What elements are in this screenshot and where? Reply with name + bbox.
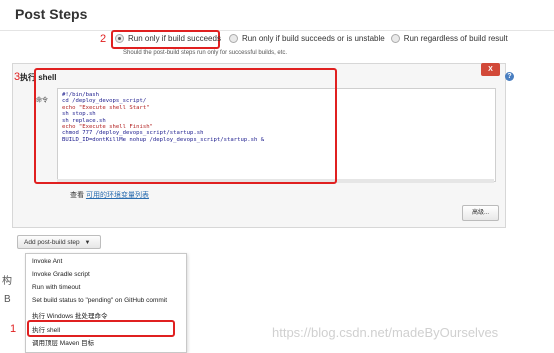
post-steps-radio-group: Run only if build succeeds Run only if b… <box>115 34 514 43</box>
annotation-box-menu-item <box>27 320 175 337</box>
annotation-number-1: 1 <box>10 323 17 335</box>
radio-label: Run only if build succeeds or is unstabl… <box>241 34 385 43</box>
section-divider <box>0 30 554 31</box>
menu-item-invoke-gradle[interactable]: Invoke Gradle script <box>32 271 90 278</box>
help-icon[interactable]: ? <box>505 72 514 81</box>
radio-option-unstable[interactable]: Run only if build succeeds or is unstabl… <box>228 34 385 43</box>
env-prefix: 查看 <box>70 192 84 199</box>
section-title: Post Steps <box>15 6 88 22</box>
annotation-box-shell <box>34 68 337 184</box>
annotation-number-2: 2 <box>100 33 107 45</box>
env-vars-link[interactable]: 可用的环境变量列表 <box>86 192 149 199</box>
menu-item-maven[interactable]: 调用顶层 Maven 目标 <box>32 337 94 347</box>
radio-option-regardless[interactable]: Run regardless of build result <box>390 34 508 43</box>
menu-item-windows-batch[interactable]: 执行 Windows 批处理命令 <box>32 310 107 320</box>
radio-button[interactable] <box>390 34 400 43</box>
radio-button-selected[interactable] <box>115 34 124 43</box>
radio-label: Run only if build succeeds <box>128 34 221 43</box>
chevron-down-icon: ▼ <box>84 240 91 246</box>
left-fragment: B <box>4 294 11 305</box>
env-vars-row: 查看 可用的环境变量列表 <box>70 190 149 200</box>
menu-item-github-pending[interactable]: Set build status to "pending" on GitHub … <box>32 297 167 304</box>
radio-button[interactable] <box>228 34 238 43</box>
advanced-button[interactable]: 高级... <box>462 205 499 221</box>
delete-step-button[interactable]: X <box>481 63 500 76</box>
menu-item-run-with-timeout[interactable]: Run with timeout <box>32 284 80 291</box>
add-post-build-step-button[interactable]: Add post-build step ▼ <box>17 235 101 249</box>
menu-item-invoke-ant[interactable]: Invoke Ant <box>32 258 62 265</box>
add-step-label: Add post-build step <box>24 239 80 246</box>
radio-label: Run regardless of build result <box>403 34 508 43</box>
post-steps-hint: Should the post-build steps run only for… <box>123 50 288 56</box>
radio-option-succeeds[interactable]: Run only if build succeeds <box>115 34 221 43</box>
watermark: https://blog.csdn.net/madeByOurselves <box>272 325 499 340</box>
left-fragment: 构 <box>2 276 12 287</box>
